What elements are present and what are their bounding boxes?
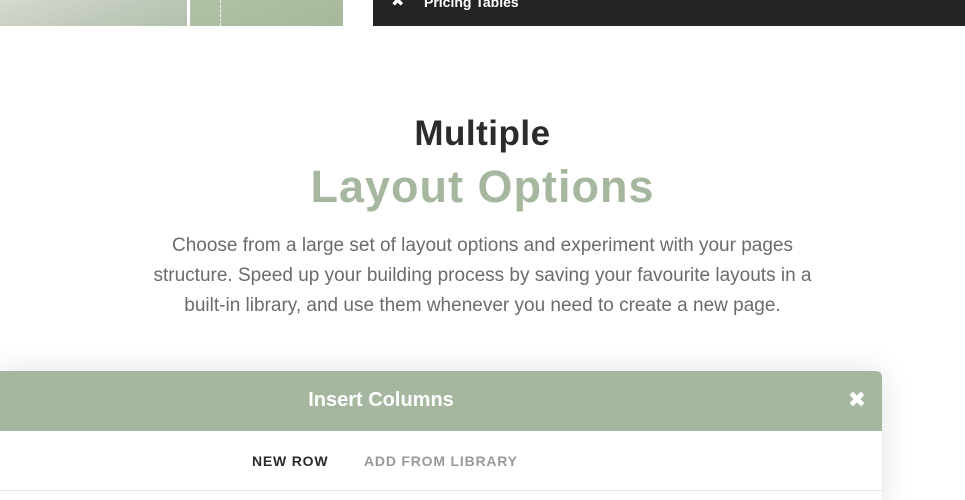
preview-image-right-panel xyxy=(190,0,343,26)
section-heading-primary: Multiple xyxy=(414,114,551,153)
tab-new-row[interactable]: NEW ROW xyxy=(252,452,328,470)
preview-image-dashed-guide xyxy=(220,0,221,26)
modal-header: Insert Columns ✖ xyxy=(0,371,882,431)
section-description: Choose from a large set of layout option… xyxy=(153,235,812,316)
element-bar-pricing-tables[interactable]: ✖ Pricing Tables xyxy=(373,0,965,26)
tab-add-from-library[interactable]: ADD FROM LIBRARY xyxy=(364,452,518,470)
preview-image-left-panel xyxy=(0,0,187,26)
modal-title: Insert Columns xyxy=(308,389,454,411)
close-icon[interactable]: ✖ xyxy=(391,0,404,12)
modal-close-icon[interactable]: ✖ xyxy=(845,388,869,412)
element-bar-label: Pricing Tables xyxy=(424,0,519,10)
insert-columns-modal: Insert Columns ✖ NEW ROW ADD FROM LIBRAR… xyxy=(0,371,882,500)
preview-image xyxy=(0,0,343,26)
section-heading-accent: Layout Options xyxy=(310,161,655,212)
page: ✖ Pricing Tables Multiple Layout Options… xyxy=(0,0,965,500)
modal-tabs: NEW ROW ADD FROM LIBRARY xyxy=(0,431,882,491)
